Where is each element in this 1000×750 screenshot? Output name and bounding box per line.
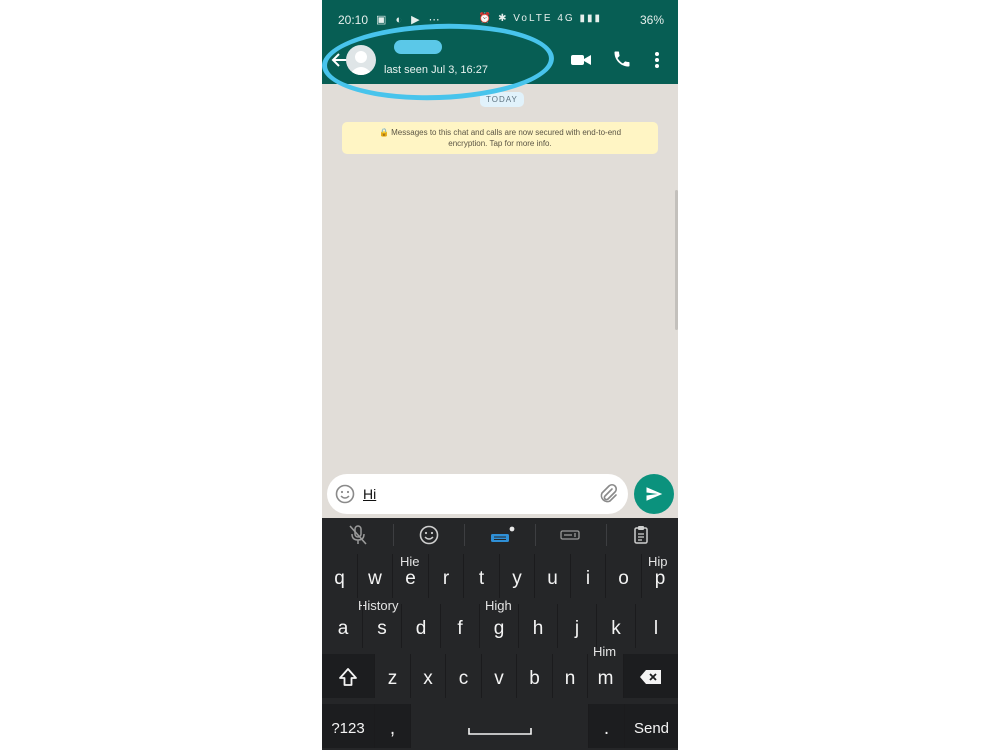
video-call-icon[interactable] — [570, 50, 592, 70]
chat-scrollbar[interactable] — [675, 190, 678, 330]
key-t[interactable]: t — [464, 554, 500, 598]
keyboard-settings-icon[interactable] — [488, 524, 515, 546]
keyboard-toolbar — [322, 518, 678, 552]
shift-icon — [339, 668, 357, 686]
send-icon — [646, 487, 663, 501]
more-options-icon[interactable] — [650, 48, 664, 72]
key-o[interactable]: o — [606, 554, 642, 598]
battery-level: 36% — [639, 13, 664, 27]
key-a[interactable]: a — [324, 604, 363, 648]
emoji-icon[interactable] — [335, 484, 355, 504]
key-h[interactable]: h — [519, 604, 558, 648]
key-q[interactable]: q — [322, 554, 358, 598]
contact-avatar[interactable] — [346, 45, 376, 75]
key-m[interactable]: m — [588, 654, 624, 698]
comma-key[interactable]: , — [375, 704, 411, 748]
toolbar-divider — [464, 524, 465, 546]
space-key[interactable] — [411, 704, 589, 748]
send-button[interactable] — [634, 474, 674, 514]
key-n[interactable]: n — [553, 654, 588, 698]
key-e[interactable]: e — [393, 554, 429, 598]
key-c[interactable]: c — [446, 654, 482, 698]
clipboard-icon[interactable] — [630, 524, 654, 546]
backspace-icon — [640, 670, 661, 684]
period-key[interactable]: . — [589, 704, 625, 748]
key-g[interactable]: g — [480, 604, 519, 648]
paperclip-icon[interactable] — [598, 483, 618, 505]
system-status-icons: ⏰ ✱ VoLTE 4G ▮▮▮ — [478, 13, 602, 24]
key-row-4: ?123 , . Send — [322, 704, 678, 748]
keyboard-send-key[interactable]: Send — [625, 704, 678, 748]
message-input[interactable] — [363, 484, 583, 504]
key-p[interactable]: p — [642, 554, 678, 598]
phone-screen: 20:10 ▣ ◐ ▶ ⋯ ⏰ ✱ VoLTE 4G ▮▮▮ 36% last … — [322, 0, 678, 750]
key-i[interactable]: i — [571, 554, 606, 598]
key-row-3: Him z x c v b n m — [322, 644, 678, 698]
key-row-2: History High a s d f g h j k l — [322, 598, 678, 648]
shift-key[interactable] — [322, 654, 375, 698]
key-k[interactable]: k — [597, 604, 636, 648]
text-editing-icon[interactable] — [558, 524, 582, 546]
key-v[interactable]: v — [482, 654, 517, 698]
key-u[interactable]: u — [535, 554, 571, 598]
last-seen-status[interactable]: last seen Jul 3, 16:27 — [384, 64, 488, 76]
key-s[interactable]: s — [363, 604, 402, 648]
toolbar-divider — [606, 524, 607, 546]
message-composer — [327, 474, 628, 514]
voice-input-disabled-icon[interactable] — [346, 524, 370, 546]
default-avatar-icon — [349, 51, 373, 75]
date-chip: TODAY — [480, 92, 524, 107]
key-f[interactable]: f — [441, 604, 480, 648]
status-bar: 20:10 ▣ ◐ ▶ ⋯ ⏰ ✱ VoLTE 4G ▮▮▮ 36% — [322, 0, 678, 36]
voice-call-icon[interactable] — [612, 49, 632, 69]
toolbar-divider — [535, 524, 536, 546]
key-row-1: Hie Hip q w e r t y u i o p — [322, 554, 678, 598]
keyboard: Hie Hip q w e r t y u i o p History High… — [322, 518, 678, 750]
key-r[interactable]: r — [429, 554, 464, 598]
key-d[interactable]: d — [402, 604, 441, 648]
key-j[interactable]: j — [558, 604, 597, 648]
key-b[interactable]: b — [517, 654, 553, 698]
key-w[interactable]: w — [358, 554, 393, 598]
symbols-key[interactable]: ?123 — [322, 704, 375, 748]
toolbar-divider — [393, 524, 394, 546]
key-l[interactable]: l — [636, 604, 676, 648]
status-time: 20:10 — [338, 13, 369, 27]
chat-header: last seen Jul 3, 16:27 — [322, 36, 678, 84]
notification-icons: ▣ ◐ ▶ ⋯ — [376, 14, 443, 26]
key-x[interactable]: x — [411, 654, 446, 698]
key-y[interactable]: y — [500, 554, 535, 598]
encryption-notice[interactable]: 🔒 Messages to this chat and calls are no… — [342, 122, 658, 154]
key-z[interactable]: z — [375, 654, 411, 698]
emoji-keyboard-icon[interactable] — [418, 524, 442, 546]
backspace-key[interactable] — [624, 654, 678, 698]
spacebar-icon — [467, 728, 532, 735]
contact-name-redaction[interactable] — [394, 40, 442, 54]
